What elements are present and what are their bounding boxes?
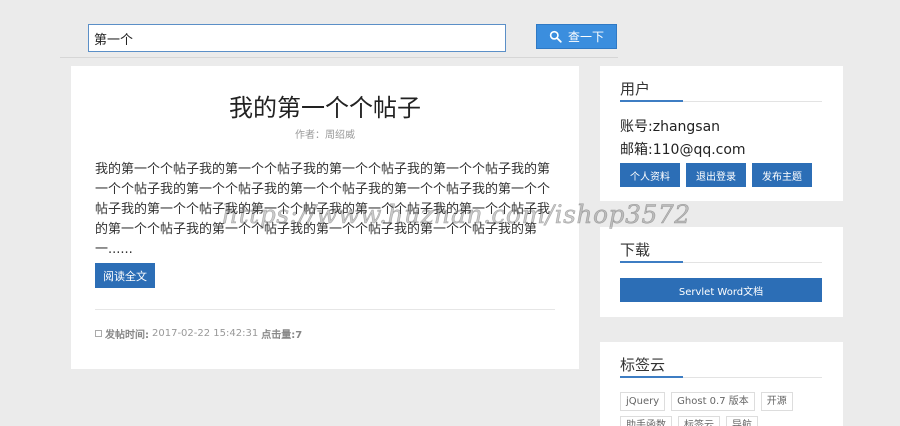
search-bar: 查一下 (0, 0, 900, 60)
tag-item[interactable]: 标签云 (678, 416, 720, 426)
post-time: 2017-02-22 15:42:31 (152, 328, 259, 339)
search-button[interactable]: 查一下 (536, 24, 617, 49)
post-card: 我的第一个个帖子 作者：周绍威 我的第一个个帖子我的第一个个帖子我的第一个个帖子… (71, 66, 579, 369)
tag-item[interactable]: 导航 (726, 416, 758, 426)
user-actions: 个人资料 退出登录 发布主题 (620, 163, 812, 187)
read-more-button[interactable]: 阅读全文 (95, 263, 155, 288)
tag-cloud-accent-line (620, 376, 683, 378)
download-panel-title: 下载 (620, 241, 651, 259)
post-title[interactable]: 我的第一个个帖子 (71, 88, 579, 123)
search-icon (549, 30, 562, 43)
post-views: 点击量:7 (261, 330, 303, 341)
search-button-label: 查一下 (567, 30, 604, 44)
user-panel-title: 用户 (620, 80, 651, 98)
user-account: 账号:zhangsan (620, 119, 721, 135)
profile-button[interactable]: 个人资料 (620, 163, 680, 187)
user-email: 邮箱:110@qq.com (620, 142, 746, 158)
tag-item[interactable]: jQuery (620, 392, 666, 411)
tag-list: jQuery Ghost 0.7 版本 开源 助手函数 标签云 导航 (620, 392, 830, 426)
search-input[interactable] (88, 24, 506, 52)
tag-cloud-panel: 标签云 jQuery Ghost 0.7 版本 开源 助手函数 标签云 导航 (600, 342, 843, 426)
post-meta: 发帖时间: 2017-02-22 15:42:31 点击量:7 (95, 326, 302, 341)
download-panel-accent-line (620, 261, 683, 263)
user-panel: 用户 账号:zhangsan 邮箱:110@qq.com 个人资料 退出登录 发… (600, 66, 843, 201)
post-divider (95, 309, 555, 310)
post-author: 作者：周绍威 (295, 130, 355, 141)
post-time-label: 发帖时间: (105, 330, 149, 341)
logout-button[interactable]: 退出登录 (686, 163, 746, 187)
publish-topic-button[interactable]: 发布主题 (752, 163, 812, 187)
tag-item[interactable]: 开源 (760, 392, 793, 411)
tag-item[interactable]: 助手函数 (620, 416, 672, 426)
search-divider (60, 57, 618, 58)
post-excerpt: 我的第一个个帖子我的第一个个帖子我的第一个个帖子我的第一个个帖子我的第一个个帖子… (95, 162, 551, 257)
tag-cloud-title: 标签云 (620, 356, 666, 374)
download-panel: 下载 Servlet Word文档 (600, 227, 843, 317)
download-word-button[interactable]: Servlet Word文档 (620, 278, 822, 302)
user-panel-accent-line (620, 100, 683, 102)
clock-icon (95, 330, 102, 337)
tag-item[interactable]: Ghost 0.7 版本 (671, 392, 755, 411)
